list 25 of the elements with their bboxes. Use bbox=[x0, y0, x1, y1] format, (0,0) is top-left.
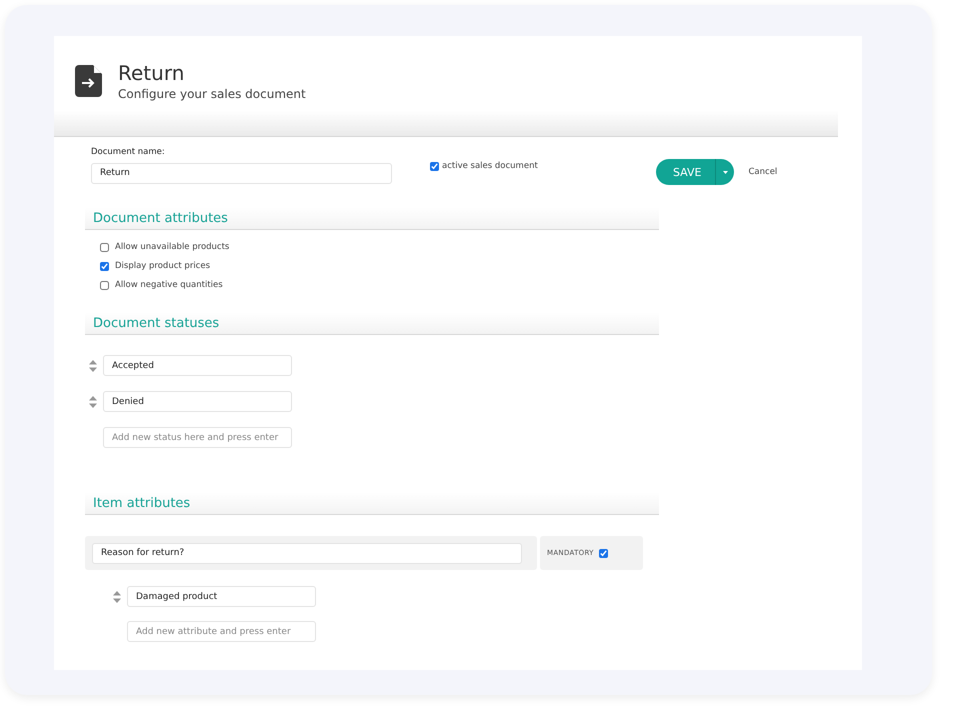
checkbox-label: Display product prices bbox=[115, 261, 210, 271]
sort-handle-icon[interactable] bbox=[113, 590, 121, 602]
caret-icon bbox=[722, 170, 728, 174]
new-attribute-field[interactable]: Add new attribute and press enter bbox=[127, 621, 316, 642]
checkbox-label: active sales document bbox=[442, 161, 538, 171]
mandatory-checkbox[interactable] bbox=[598, 548, 608, 558]
cancel-link[interactable]: Cancel bbox=[748, 167, 778, 177]
sort-handle-icon[interactable] bbox=[89, 360, 97, 372]
option-checkbox[interactable] bbox=[100, 262, 109, 270]
attribute-question-field[interactable]: Reason for return? bbox=[92, 542, 522, 564]
status-field[interactable]: Accepted bbox=[103, 355, 292, 376]
document-arrow-icon bbox=[75, 65, 102, 97]
field-label: Document name: bbox=[91, 147, 166, 157]
option-checkbox[interactable] bbox=[100, 280, 109, 290]
active-checkbox[interactable] bbox=[430, 162, 439, 170]
new-status-field[interactable]: Add new status here and press enter bbox=[103, 427, 292, 448]
attribute-value-field[interactable]: Damaged product bbox=[127, 586, 316, 607]
sort-handle-icon[interactable] bbox=[89, 396, 97, 408]
status-field[interactable]: Denied bbox=[103, 391, 292, 412]
option-checkbox[interactable] bbox=[100, 242, 109, 252]
page-subtitle: Configure your sales document bbox=[118, 87, 306, 101]
checkbox-label: Allow unavailable products bbox=[115, 242, 230, 252]
document-name-field[interactable]: Return bbox=[91, 162, 392, 184]
page-title: Return bbox=[118, 61, 186, 85]
checkbox-label: Allow negative quantities bbox=[115, 280, 223, 290]
